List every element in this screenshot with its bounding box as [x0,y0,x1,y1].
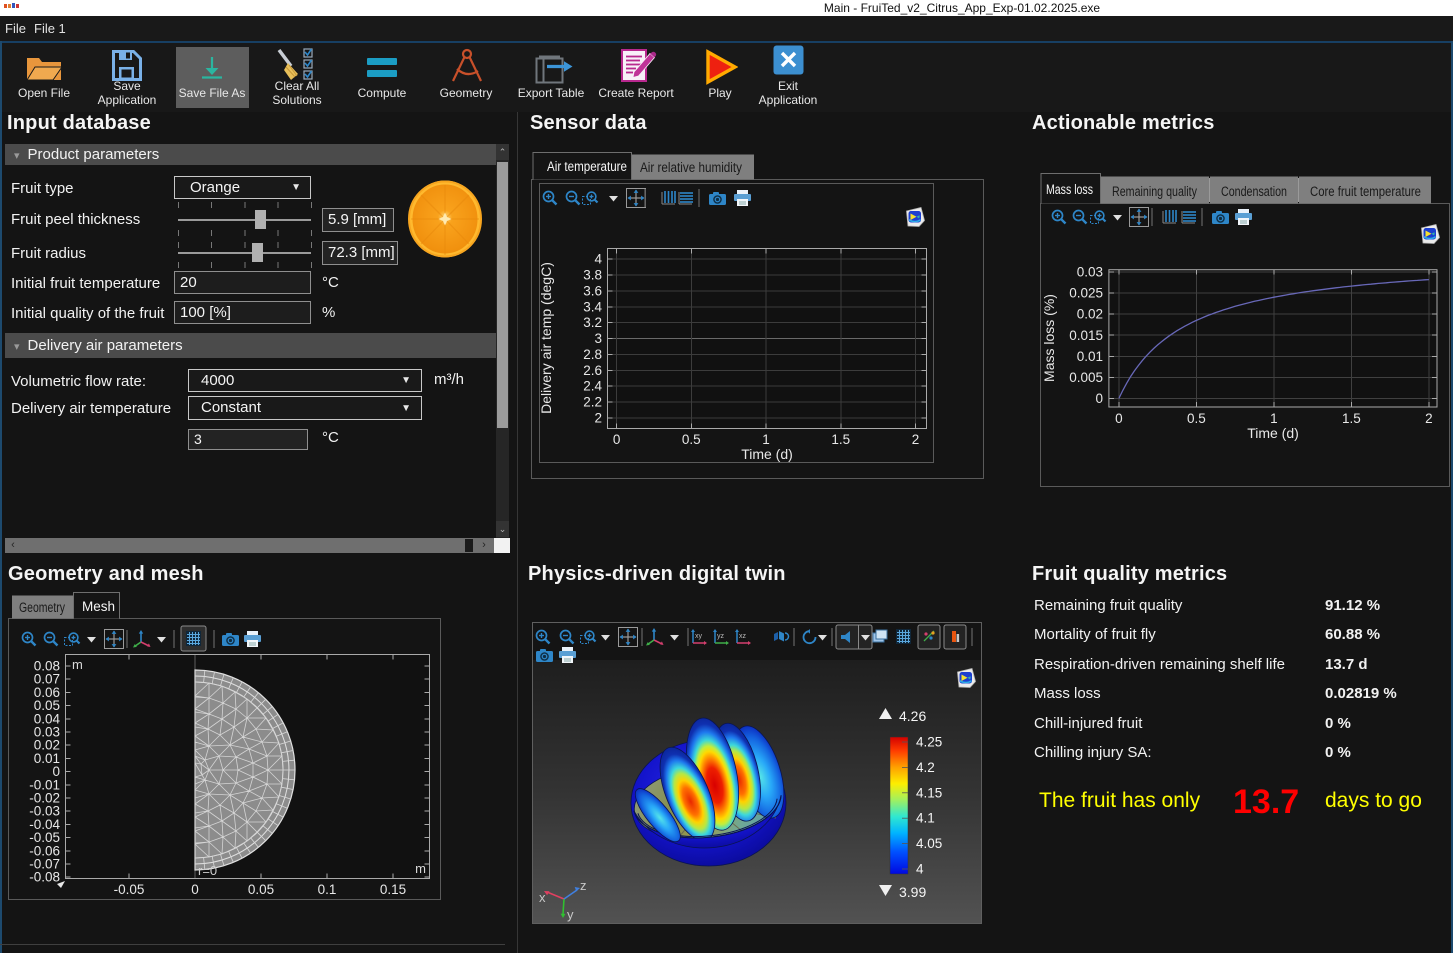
svg-text:4: 4 [594,252,602,267]
svg-text:2: 2 [1425,411,1433,426]
svg-text:4.05: 4.05 [916,836,942,851]
svg-text:Remaining quality: Remaining quality [1112,184,1197,199]
svg-text:y: y [567,907,574,922]
svg-text:3.99: 3.99 [899,884,926,900]
svg-text:3.8: 3.8 [583,268,602,283]
svg-text:3.2: 3.2 [583,315,602,330]
svg-text:0.15: 0.15 [380,882,406,897]
svg-text:z: z [580,878,587,893]
svg-text:Mass loss (%): Mass loss (%) [1041,294,1057,382]
svg-text:4.26: 4.26 [899,708,926,724]
svg-text:0.015: 0.015 [1069,328,1103,343]
svg-text:-0.05: -0.05 [114,882,145,897]
svg-text:0: 0 [1115,411,1123,426]
svg-text:m: m [415,861,426,876]
svg-text:2: 2 [912,432,920,447]
svg-text:1: 1 [762,432,770,447]
svg-text:4.15: 4.15 [916,785,942,800]
svg-text:3: 3 [594,331,602,346]
svg-text:m: m [72,657,83,672]
svg-text:Mass loss: Mass loss [1046,182,1093,197]
svg-text:0.03: 0.03 [1077,265,1103,280]
svg-text:Mesh: Mesh [82,599,115,614]
svg-text:0.05: 0.05 [248,882,274,897]
svg-text:0.01: 0.01 [1077,349,1103,364]
svg-text:2.2: 2.2 [583,395,602,410]
svg-text:1: 1 [1270,411,1278,426]
svg-text:2.8: 2.8 [583,347,602,362]
svg-text:2: 2 [594,411,602,426]
svg-text:3.6: 3.6 [583,284,602,299]
svg-text:0.025: 0.025 [1069,286,1103,301]
svg-text:0.02: 0.02 [1077,307,1103,322]
svg-text:Delivery air temp (degC): Delivery air temp (degC) [538,262,554,414]
svg-text:Geometry: Geometry [19,600,65,615]
svg-text:4.25: 4.25 [916,735,942,750]
svg-text:4: 4 [916,862,924,877]
svg-text:Time (d): Time (d) [1247,425,1299,441]
svg-text:2.4: 2.4 [583,379,602,394]
svg-text:0: 0 [613,432,621,447]
svg-text:4.1: 4.1 [916,811,935,826]
svg-text:0.005: 0.005 [1069,370,1103,385]
svg-text:Air relative humidity: Air relative humidity [640,160,742,175]
svg-text:Core fruit temperature: Core fruit temperature [1310,184,1421,199]
svg-text:Condensation: Condensation [1221,184,1287,199]
svg-text:0: 0 [1095,391,1103,406]
svg-text:1.5: 1.5 [831,432,850,447]
svg-text:0.1: 0.1 [318,882,337,897]
svg-text:4.2: 4.2 [916,760,935,775]
svg-text:0.5: 0.5 [1187,411,1206,426]
svg-text:0.5: 0.5 [682,432,701,447]
svg-text:2.6: 2.6 [583,363,602,378]
svg-text:3.4: 3.4 [583,299,602,314]
svg-text:x: x [539,890,546,905]
svg-text:r=0: r=0 [198,863,217,878]
svg-text:Air temperature: Air temperature [547,159,627,174]
svg-text:0: 0 [191,882,199,897]
svg-text:1.5: 1.5 [1342,411,1361,426]
svg-text:-0.08: -0.08 [29,870,60,885]
svg-text:Time (d): Time (d) [741,446,793,462]
